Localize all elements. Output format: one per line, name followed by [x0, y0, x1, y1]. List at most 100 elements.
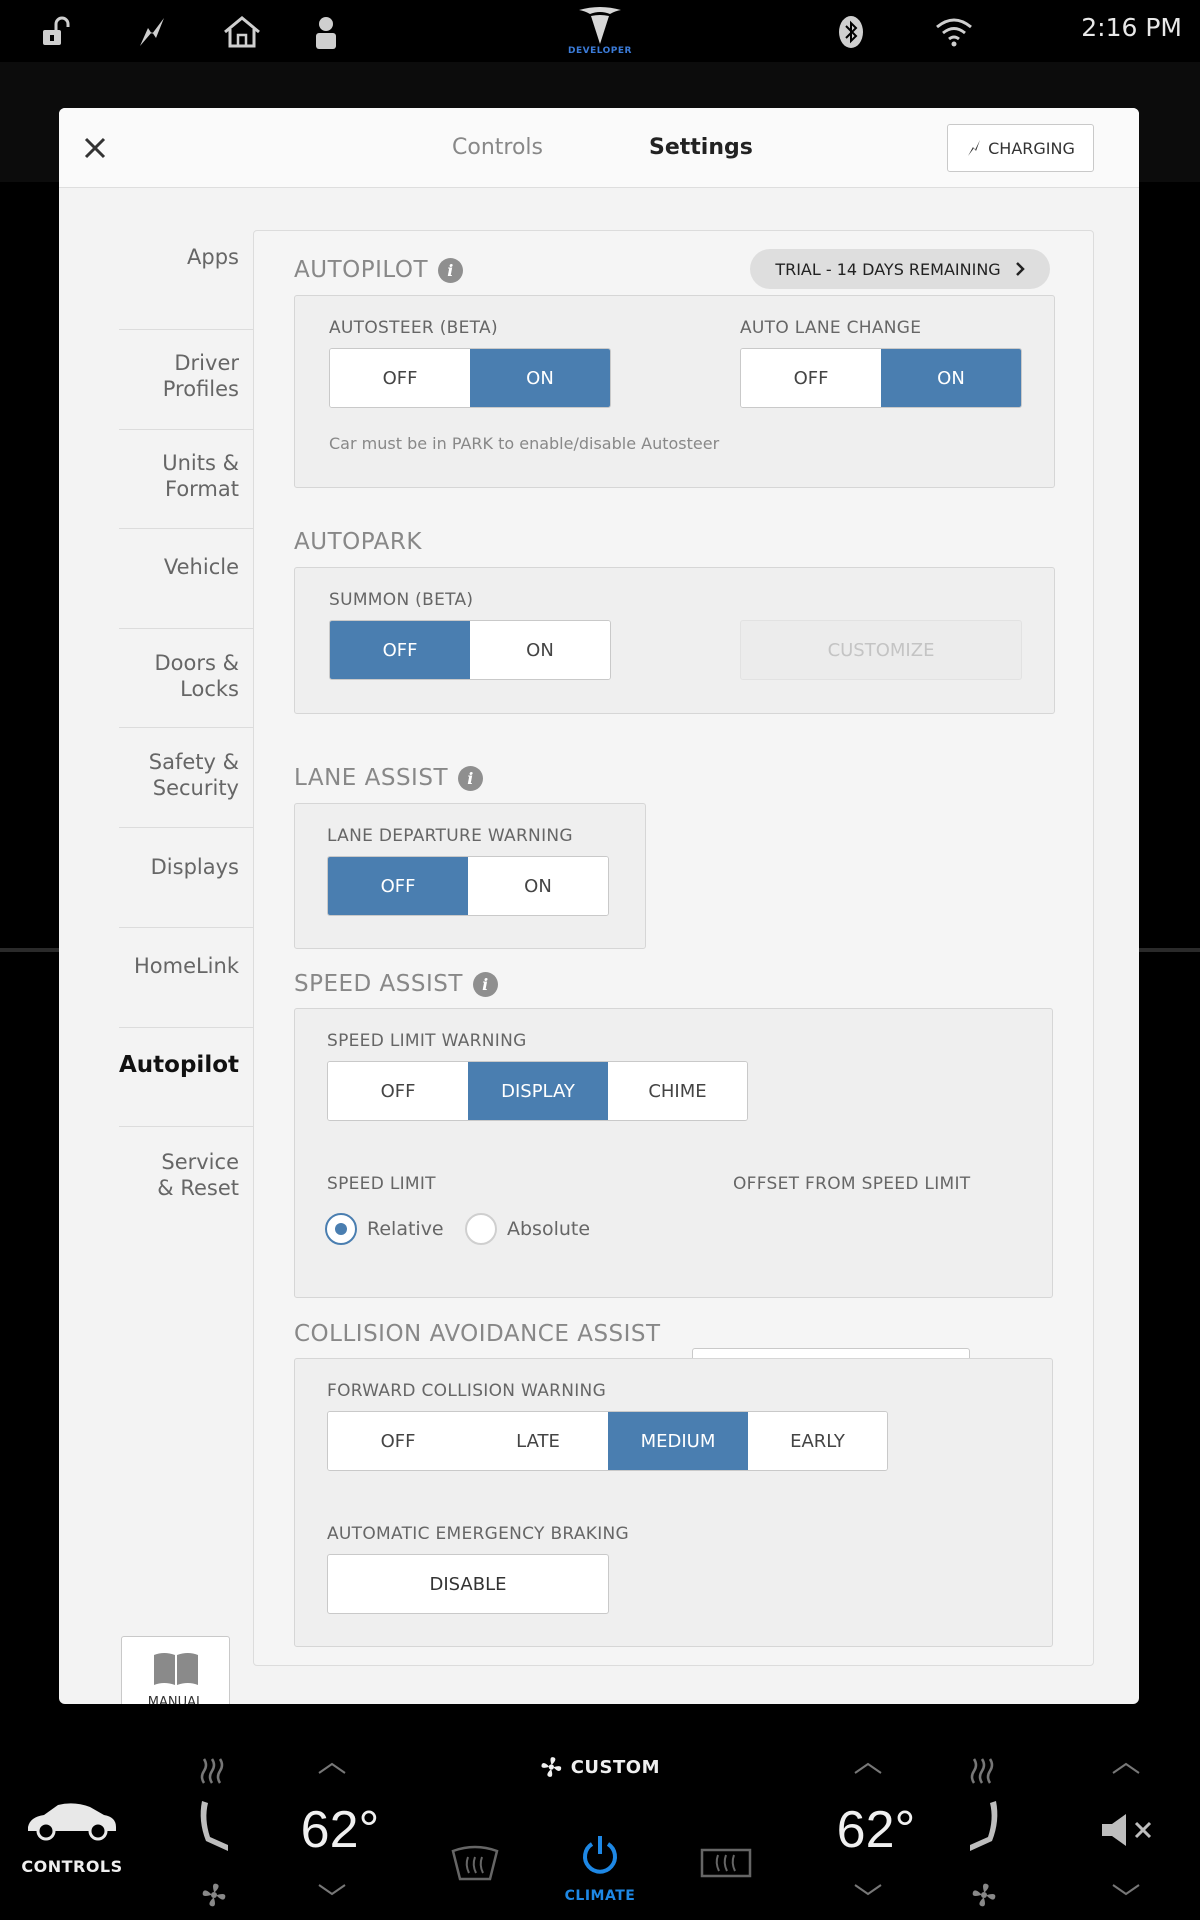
sidebar-item-safety-security[interactable]: Safety & Security: [59, 744, 253, 806]
unlock-icon[interactable]: [36, 12, 76, 52]
auto-lane-change-on-button[interactable]: ON: [881, 349, 1021, 407]
close-button[interactable]: [71, 124, 119, 172]
modal-header: Controls Settings CHARGING: [59, 108, 1139, 188]
customize-button[interactable]: CUSTOMIZE: [740, 620, 1022, 680]
rear-defrost-icon[interactable]: [698, 1840, 754, 1886]
trial-label: TRIAL - 14 DAYS REMAINING: [775, 259, 1001, 279]
home-icon[interactable]: [222, 12, 262, 52]
tesla-logo[interactable]: DEVELOPER: [565, 6, 635, 58]
sidebar-item-label: Driver Profiles: [162, 351, 239, 401]
summon-on-button[interactable]: ON: [470, 621, 610, 679]
radio-checked-icon: [325, 1213, 357, 1245]
fcw-early-button[interactable]: EARLY: [748, 1412, 887, 1470]
sidebar-item-homelink[interactable]: HomeLink: [59, 948, 253, 984]
collision-section-title: COLLISION AVOIDANCE ASSIST: [294, 1321, 661, 1347]
sidebar-divider: [119, 329, 253, 330]
auto-lane-change-off-button[interactable]: OFF: [741, 349, 881, 407]
auto-lane-change-toggle: OFF ON: [740, 348, 1022, 408]
sidebar-item-label: Units & Format: [162, 451, 239, 501]
lane-departure-on-button[interactable]: ON: [468, 857, 608, 915]
autosteer-off-button[interactable]: OFF: [330, 349, 470, 407]
radio-label: Relative: [367, 1218, 444, 1240]
settings-sidebar: Apps Driver Profiles Units & Format Vehi…: [59, 189, 253, 1704]
sidebar-item-autopilot[interactable]: Autopilot: [59, 1047, 253, 1083]
autopark-box: SUMMON (BETA) OFF ON CUSTOMIZE: [294, 567, 1055, 714]
sidebar-item-displays[interactable]: Displays: [59, 849, 253, 885]
fcw-late-button[interactable]: LATE: [468, 1412, 608, 1470]
tab-controls[interactable]: Controls: [452, 132, 543, 164]
manual-button[interactable]: MANUAL: [121, 1636, 230, 1704]
temp-up-right-button[interactable]: [846, 1756, 890, 1780]
mute-icon[interactable]: [1098, 1808, 1158, 1852]
autosteer-on-button[interactable]: ON: [470, 349, 610, 407]
wifi-icon[interactable]: [934, 12, 974, 52]
volume-down-button[interactable]: [1104, 1878, 1148, 1902]
trial-button[interactable]: TRIAL - 14 DAYS REMAINING: [750, 249, 1050, 289]
auto-lane-change-label: AUTO LANE CHANGE: [740, 318, 922, 338]
sidebar-item-label: Safety & Security: [148, 750, 239, 800]
controls-label[interactable]: CONTROLS: [12, 1854, 132, 1878]
info-icon[interactable]: i: [458, 765, 483, 791]
aeb-label: AUTOMATIC EMERGENCY BRAKING: [327, 1524, 630, 1544]
radio-relative[interactable]: Relative: [325, 1213, 444, 1245]
speed-assist-box: SPEED LIMIT WARNING OFF DISPLAY CHIME SP…: [294, 1008, 1053, 1298]
book-icon: [153, 1652, 198, 1685]
fan-icon[interactable]: [196, 1880, 232, 1910]
lane-departure-warning-label: LANE DEPARTURE WARNING: [327, 826, 573, 846]
seat-heater-icon[interactable]: [196, 1756, 232, 1786]
seat-left-icon[interactable]: [192, 1796, 236, 1856]
fcw-off-button[interactable]: OFF: [328, 1412, 468, 1470]
sidebar-item-doors-locks[interactable]: Doors & Locks: [59, 645, 253, 707]
section-title-text: AUTOPARK: [294, 529, 422, 555]
chevron-right-icon: [1015, 262, 1025, 276]
sidebar-item-label: Doors & Locks: [154, 651, 240, 701]
speed-warning-display-button[interactable]: DISPLAY: [468, 1062, 608, 1120]
offset-label: OFFSET FROM SPEED LIMIT: [733, 1174, 971, 1194]
speed-warning-off-button[interactable]: OFF: [328, 1062, 468, 1120]
climate-label[interactable]: CLIMATE: [540, 1884, 660, 1908]
info-icon[interactable]: i: [472, 971, 498, 997]
charging-button[interactable]: CHARGING: [947, 124, 1094, 172]
speed-warning-chime-button[interactable]: CHIME: [608, 1062, 747, 1120]
summon-off-button[interactable]: OFF: [330, 621, 470, 679]
radio-label: Absolute: [507, 1218, 591, 1240]
summon-label: SUMMON (BETA): [329, 590, 474, 610]
sidebar-item-driver-profiles[interactable]: Driver Profiles: [59, 345, 253, 407]
fan-mode-label: CUSTOM: [570, 1756, 660, 1778]
aeb-disable-button[interactable]: DISABLE: [327, 1554, 609, 1614]
temp-down-left-button[interactable]: [310, 1878, 354, 1902]
lightning-icon[interactable]: [132, 12, 172, 52]
temp-up-left-button[interactable]: [310, 1756, 354, 1780]
front-defrost-icon[interactable]: [448, 1840, 502, 1886]
radio-unchecked-icon: [465, 1213, 497, 1245]
power-icon[interactable]: [570, 1830, 630, 1880]
climate-bar: CONTROLS 62° CUSTOM CLIMATE 62°: [0, 1720, 1200, 1920]
tab-settings[interactable]: Settings: [649, 132, 753, 164]
temp-down-right-button[interactable]: [846, 1878, 890, 1902]
lane-departure-off-button[interactable]: OFF: [328, 857, 468, 915]
sidebar-item-vehicle[interactable]: Vehicle: [59, 549, 253, 585]
info-icon[interactable]: i: [438, 257, 464, 283]
sidebar-item-label: Service & Reset: [157, 1150, 239, 1200]
seat-heater-icon[interactable]: [966, 1756, 1002, 1786]
section-title-text: LANE ASSIST: [294, 765, 448, 791]
bluetooth-icon[interactable]: [831, 12, 871, 52]
sidebar-divider: [119, 429, 253, 430]
profile-icon[interactable]: [306, 12, 346, 52]
autopilot-section-title: AUTOPILOT i: [294, 257, 464, 283]
speed-assist-section-title: SPEED ASSIST i: [294, 971, 498, 997]
radio-absolute[interactable]: Absolute: [465, 1213, 590, 1245]
clock: 2:16 PM: [1081, 13, 1182, 42]
sidebar-item-units-format[interactable]: Units & Format: [59, 445, 253, 507]
fan-mode[interactable]: CUSTOM: [540, 1750, 660, 1784]
settings-modal: Controls Settings CHARGING Apps Driver P…: [59, 108, 1139, 1704]
sidebar-item-service-reset[interactable]: Service & Reset: [59, 1144, 253, 1206]
status-bar: DEVELOPER 2:16 PM: [0, 0, 1200, 62]
fan-icon[interactable]: [966, 1880, 1002, 1910]
fcw-medium-button[interactable]: MEDIUM: [608, 1412, 748, 1470]
forward-collision-warning-label: FORWARD COLLISION WARNING: [327, 1381, 607, 1401]
volume-up-button[interactable]: [1104, 1756, 1148, 1780]
sidebar-item-apps[interactable]: Apps: [59, 239, 253, 275]
seat-right-icon[interactable]: [962, 1796, 1006, 1856]
car-icon[interactable]: [20, 1790, 124, 1846]
